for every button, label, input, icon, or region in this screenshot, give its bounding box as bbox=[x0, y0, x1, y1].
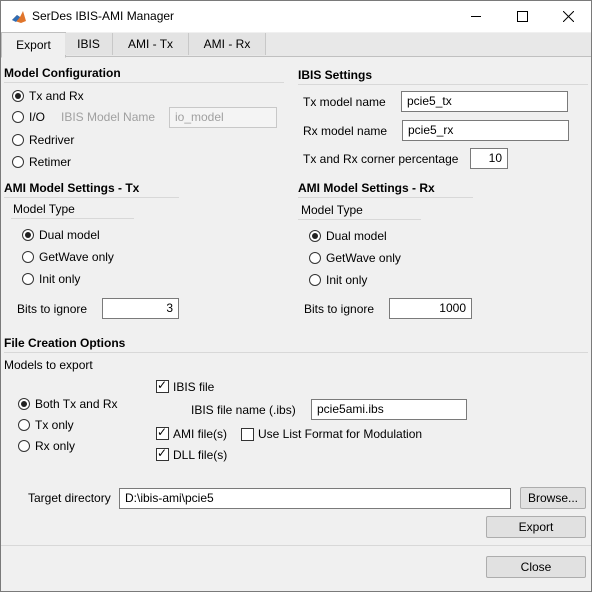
ami-files-checkbox[interactable] bbox=[156, 425, 169, 440]
ami-rx-model-type-divider bbox=[298, 219, 421, 220]
ibis-file-checkbox[interactable] bbox=[156, 378, 169, 393]
ibis-settings-heading: IBIS Settings bbox=[298, 68, 373, 82]
ami-rx-heading: AMI Model Settings - Rx bbox=[298, 181, 435, 195]
radio-tx-only[interactable] bbox=[18, 419, 30, 431]
radio-rx-only[interactable] bbox=[18, 440, 30, 452]
close-window-button[interactable] bbox=[545, 1, 591, 32]
ibis-model-name-input[interactable]: io_model bbox=[169, 107, 277, 128]
close-button[interactable]: Close bbox=[486, 556, 586, 578]
radio-io[interactable] bbox=[12, 111, 24, 123]
model-config-divider bbox=[4, 82, 284, 83]
tab-ibis[interactable]: IBIS bbox=[65, 33, 113, 55]
radio-tx-only-label: Tx only bbox=[35, 418, 74, 432]
radio-tx-and-rx-label: Tx and Rx bbox=[29, 89, 84, 103]
ami-tx-model-type-divider bbox=[11, 218, 134, 219]
ami-rx-model-type-label: Model Type bbox=[301, 203, 363, 217]
corner-percentage-input[interactable]: 10 bbox=[470, 148, 508, 169]
ami-rx-divider bbox=[298, 197, 473, 198]
corner-percentage-label: Tx and Rx corner percentage bbox=[303, 152, 459, 166]
close-icon bbox=[562, 11, 574, 22]
window-title: SerDes IBIS-AMI Manager bbox=[32, 9, 175, 23]
export-button[interactable]: Export bbox=[486, 516, 586, 538]
radio-redriver-label: Redriver bbox=[29, 133, 75, 147]
target-directory-input[interactable]: D:\ibis-ami\pcie5 bbox=[119, 488, 511, 509]
rx-radio-dual-model[interactable] bbox=[309, 230, 321, 242]
radio-redriver[interactable] bbox=[12, 134, 24, 146]
tab-bar: Export IBIS AMI - Tx AMI - Rx bbox=[1, 32, 591, 58]
rx-radio-init-only[interactable] bbox=[309, 274, 321, 286]
rx-model-name-input[interactable]: pcie5_rx bbox=[402, 120, 569, 141]
tx-model-name-label: Tx model name bbox=[303, 95, 386, 109]
matlab-logo-icon bbox=[11, 9, 27, 25]
file-creation-divider bbox=[4, 352, 588, 353]
tx-radio-init-only-label: Init only bbox=[39, 272, 81, 286]
ibis-file-name-input[interactable]: pcie5ami.ibs bbox=[311, 399, 467, 420]
tab-ami-tx[interactable]: AMI - Tx bbox=[113, 33, 189, 55]
ami-files-label: AMI file(s) bbox=[173, 427, 227, 441]
rx-bits-to-ignore-label: Bits to ignore bbox=[304, 302, 375, 316]
radio-retimer[interactable] bbox=[12, 156, 24, 168]
ami-tx-divider bbox=[4, 197, 179, 198]
radio-tx-and-rx[interactable] bbox=[12, 90, 24, 102]
maximize-icon bbox=[516, 11, 528, 22]
tx-bits-to-ignore-input[interactable]: 3 bbox=[102, 298, 179, 319]
ami-tx-heading: AMI Model Settings - Tx bbox=[4, 181, 140, 195]
ibis-settings-divider bbox=[298, 84, 588, 85]
tx-radio-init-only[interactable] bbox=[22, 273, 34, 285]
app-window: SerDes IBIS-AMI Manager Export IBIS AMI … bbox=[0, 0, 592, 592]
radio-both-tx-rx[interactable] bbox=[18, 398, 30, 410]
model-config-heading: Model Configuration bbox=[4, 66, 121, 80]
minimize-icon bbox=[470, 16, 481, 17]
ami-tx-model-type-label: Model Type bbox=[13, 202, 75, 216]
tx-bits-to-ignore-label: Bits to ignore bbox=[17, 302, 88, 316]
title-bar: SerDes IBIS-AMI Manager bbox=[1, 1, 591, 32]
file-creation-heading: File Creation Options bbox=[4, 336, 126, 350]
ibis-file-name-label: IBIS file name (.ibs) bbox=[191, 403, 296, 417]
rx-radio-init-only-label: Init only bbox=[326, 273, 368, 287]
maximize-button[interactable] bbox=[499, 1, 545, 32]
ibis-model-name-label: IBIS Model Name bbox=[61, 110, 156, 124]
list-format-label: Use List Format for Modulation bbox=[258, 427, 423, 441]
rx-radio-getwave-only[interactable] bbox=[309, 252, 321, 264]
rx-model-name-label: Rx model name bbox=[303, 124, 388, 138]
tab-ami-rx[interactable]: AMI - Rx bbox=[189, 33, 266, 55]
radio-both-tx-rx-label: Both Tx and Rx bbox=[35, 397, 118, 411]
rx-bits-to-ignore-input[interactable]: 1000 bbox=[389, 298, 472, 319]
tx-radio-getwave-only[interactable] bbox=[22, 251, 34, 263]
list-format-checkbox[interactable] bbox=[241, 428, 254, 441]
dll-files-checkbox[interactable] bbox=[156, 446, 169, 461]
rx-radio-getwave-only-label: GetWave only bbox=[326, 251, 401, 265]
radio-io-label: I/O bbox=[29, 110, 46, 124]
ibis-file-label: IBIS file bbox=[173, 380, 215, 394]
tx-radio-dual-model-label: Dual model bbox=[39, 228, 100, 242]
tx-model-name-input[interactable]: pcie5_tx bbox=[401, 91, 568, 112]
dll-files-label: DLL file(s) bbox=[173, 448, 228, 462]
browse-button[interactable]: Browse... bbox=[520, 487, 586, 509]
radio-rx-only-label: Rx only bbox=[35, 439, 76, 453]
target-directory-label: Target directory bbox=[28, 491, 111, 505]
tab-export[interactable]: Export bbox=[1, 32, 66, 58]
footer-divider bbox=[1, 545, 591, 546]
minimize-button[interactable] bbox=[453, 1, 499, 32]
models-to-export-label: Models to export bbox=[4, 358, 93, 372]
rx-radio-dual-model-label: Dual model bbox=[326, 229, 387, 243]
tx-radio-dual-model[interactable] bbox=[22, 229, 34, 241]
radio-retimer-label: Retimer bbox=[29, 155, 72, 169]
tx-radio-getwave-only-label: GetWave only bbox=[39, 250, 114, 264]
